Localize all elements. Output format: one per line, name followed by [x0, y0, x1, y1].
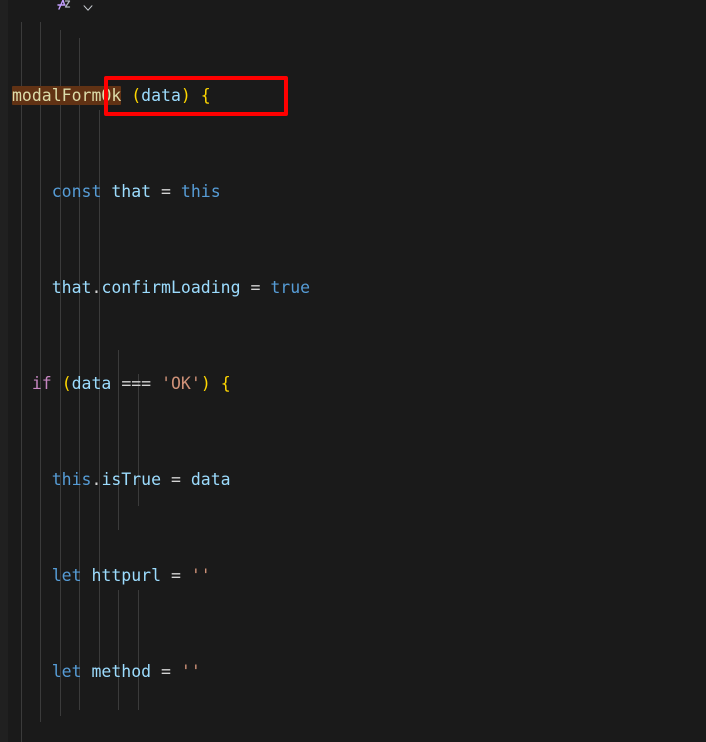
- code-editor-window: modalFormOk (data) { const that = this t…: [0, 0, 706, 742]
- code-line[interactable]: let httpurl = '': [0, 564, 706, 588]
- code-line[interactable]: modalFormOk (data) {: [0, 84, 706, 108]
- code-line[interactable]: that.confirmLoading = true: [0, 276, 706, 300]
- code-line[interactable]: let method = '': [0, 660, 706, 684]
- code-line[interactable]: if (data === 'OK') {: [0, 372, 706, 396]
- code-line[interactable]: const that = this: [0, 180, 706, 204]
- code-content[interactable]: modalFormOk (data) { const that = this t…: [0, 12, 706, 742]
- code-line[interactable]: this.isTrue = data: [0, 468, 706, 492]
- function-name-highlight[interactable]: modalFormOk: [12, 86, 122, 105]
